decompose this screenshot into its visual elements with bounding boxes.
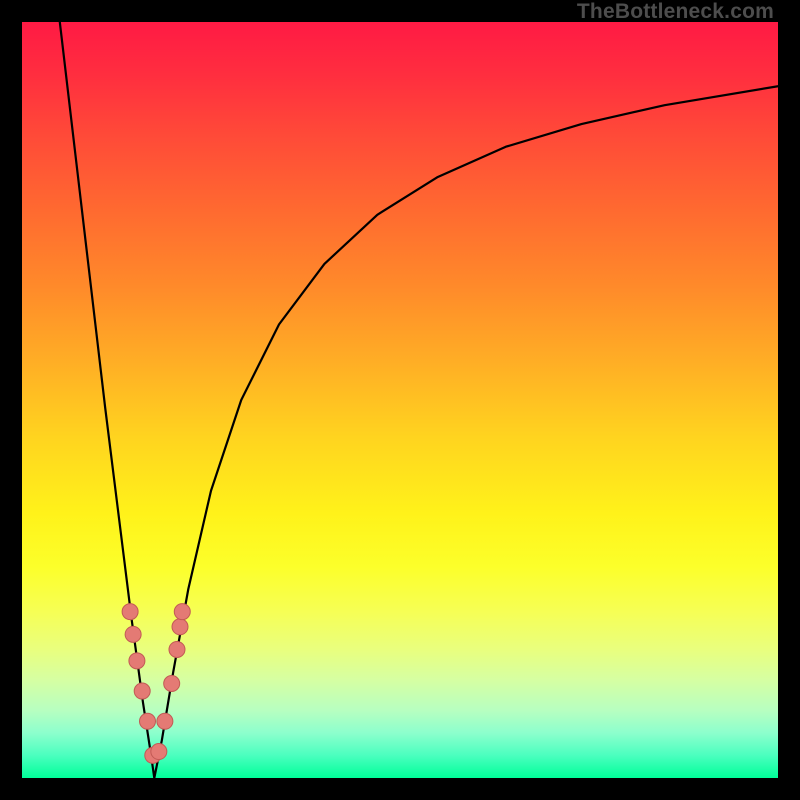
marker-point	[122, 604, 138, 620]
markers-layer	[22, 22, 778, 778]
marker-point	[169, 641, 185, 657]
marker-point	[125, 626, 141, 642]
plot-area	[22, 22, 778, 778]
marker-point	[157, 713, 173, 729]
marker-point	[129, 653, 145, 669]
watermark-text: TheBottleneck.com	[577, 0, 774, 24]
marker-point	[140, 713, 156, 729]
marker-point	[172, 619, 188, 635]
marker-point	[134, 683, 150, 699]
chart-frame: TheBottleneck.com	[0, 0, 800, 800]
marker-group	[122, 604, 190, 764]
marker-point	[164, 676, 180, 692]
marker-point	[174, 604, 190, 620]
marker-point	[151, 744, 167, 760]
